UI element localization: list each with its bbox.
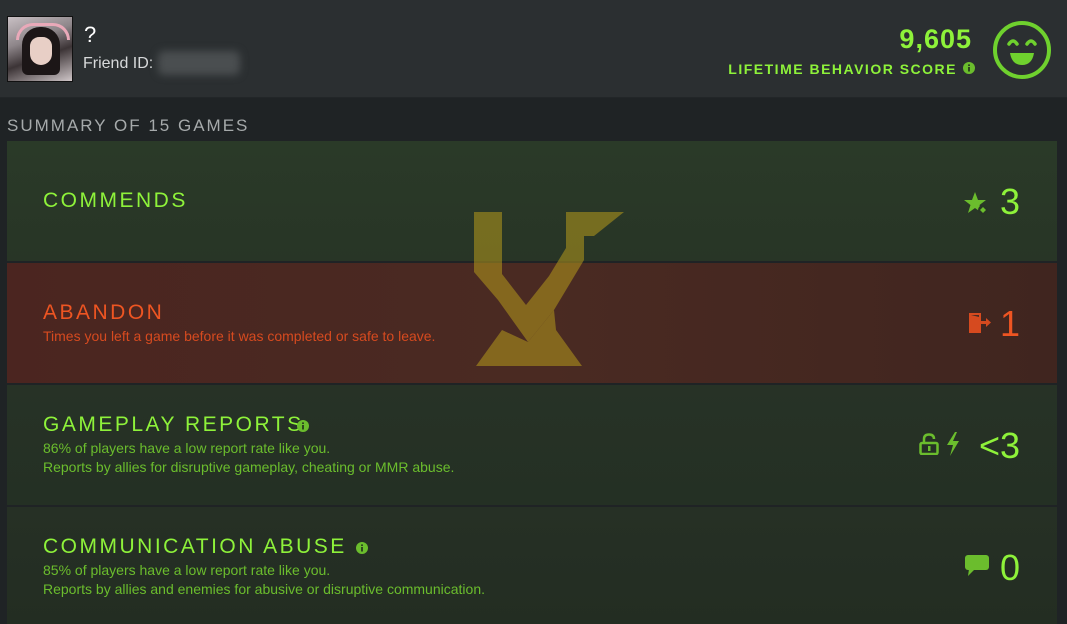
communication-abuse-row: COMMUNICATION ABUSE 85% of players have … [7, 507, 1057, 624]
communication-abuse-stat: 85% of players have a low report rate li… [43, 562, 331, 578]
abandon-description: Times you left a game before it was comp… [43, 328, 436, 344]
abandon-value: 1 [999, 303, 1020, 344]
commends-value: 3 [999, 181, 1020, 222]
star-commend-icon [964, 192, 988, 215]
info-icon[interactable] [963, 62, 975, 74]
communication-abuse-value: 0 [999, 547, 1020, 588]
gameplay-reports-row: GAMEPLAY REPORTS 86% of players have a l… [7, 385, 1057, 505]
gameplay-reports-value: <3 [978, 425, 1020, 466]
abandon-row: ABANDON Times you left a game before it … [7, 263, 1057, 383]
lock-icon [919, 433, 939, 455]
friend-id-value-redacted [158, 51, 240, 75]
communication-abuse-title: COMMUNICATION ABUSE [43, 535, 347, 558]
avatar[interactable] [7, 16, 73, 82]
info-icon[interactable] [356, 542, 368, 554]
behavior-summary-screen: ? Friend ID: 9,605 LIFETIME BEHAVIOR SCO… [0, 0, 1067, 624]
happy-face-icon [993, 21, 1051, 79]
commends-title: COMMENDS [43, 189, 188, 212]
communication-abuse-description: Reports by allies and enemies for abusiv… [43, 581, 485, 597]
commends-row: COMMENDS 3 [7, 141, 1057, 261]
gameplay-reports-title: GAMEPLAY REPORTS [43, 413, 304, 436]
friend-id-label: Friend ID: [83, 55, 154, 72]
exit-door-icon [969, 313, 991, 333]
info-icon[interactable] [297, 420, 309, 432]
behavior-score-value: 9,605 [899, 24, 972, 54]
abandon-title: ABANDON [43, 301, 165, 324]
summary-title: SUMMARY OF 15 GAMES [7, 116, 250, 135]
gameplay-reports-description: Reports by allies for disruptive gamepla… [43, 459, 455, 475]
gameplay-reports-stat: 86% of players have a low report rate li… [43, 440, 331, 456]
chat-bubble-icon [965, 555, 989, 576]
profile-header: ? Friend ID: 9,605 LIFETIME BEHAVIOR SCO… [0, 0, 1067, 98]
behavior-score-label: LIFETIME BEHAVIOR SCORE [728, 61, 957, 77]
username: ? [84, 22, 97, 47]
lightning-icon [947, 432, 959, 456]
